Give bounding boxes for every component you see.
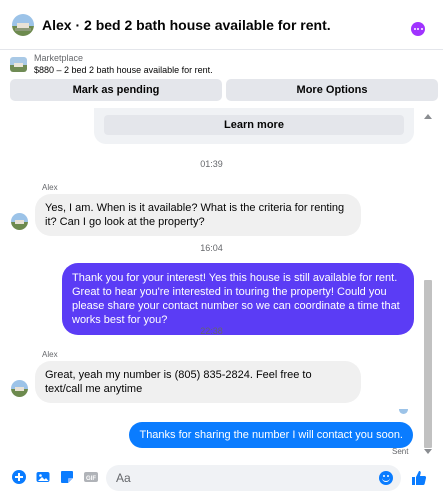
message-bubble-outgoing[interactable]: Thank you for your interest! Yes this ho… [62, 263, 414, 335]
message-input-container [106, 465, 401, 491]
photo-icon[interactable] [36, 470, 50, 484]
seen-indicator-avatar [399, 405, 408, 414]
thumbs-up-icon[interactable] [410, 469, 428, 487]
listing-thumbnail[interactable] [10, 57, 27, 72]
sender-name: Alex [42, 350, 58, 359]
marketplace-listing-panel: Marketplace $880 – 2 bed 2 bath house av… [0, 50, 443, 108]
sender-avatar[interactable] [11, 380, 28, 397]
message-composer: GIF [0, 460, 443, 500]
conversation-title: Alex · 2 bed 2 bath house available for … [42, 16, 331, 33]
scroll-up-arrow-icon[interactable] [424, 114, 432, 119]
more-options-icon[interactable] [411, 22, 425, 36]
plus-circle-icon[interactable] [12, 470, 26, 484]
sent-status: Sent [392, 447, 409, 456]
gif-icon[interactable]: GIF [84, 470, 98, 484]
svg-text:GIF: GIF [86, 476, 96, 482]
message-thread[interactable]: Learn more 01:39 Alex Yes, I am. When is… [0, 108, 443, 460]
learn-more-button[interactable]: Learn more [104, 115, 404, 135]
message-bubble-incoming[interactable]: Yes, I am. When is it available? What is… [35, 194, 361, 236]
sender-name: Alex [42, 183, 58, 192]
listing-avatar[interactable] [12, 13, 34, 36]
scrollbar-thumb[interactable] [424, 280, 432, 448]
timestamp: 22:38 [200, 326, 223, 336]
marketplace-label: Marketplace [34, 53, 84, 63]
chat-scrollbar[interactable] [423, 108, 434, 460]
emoji-icon[interactable] [379, 471, 393, 485]
more-options-button[interactable]: More Options [226, 79, 438, 101]
conversation-header: Alex · 2 bed 2 bath house available for … [0, 0, 443, 50]
timestamp: 01:39 [200, 159, 223, 169]
message-bubble-outgoing[interactable]: Thanks for sharing the number I will con… [129, 422, 413, 448]
message-bubble-incoming[interactable]: Great, yeah my number is (805) 835-2824.… [35, 361, 361, 403]
listing-price-title[interactable]: $880 – 2 bed 2 bath house available for … [34, 65, 213, 75]
scroll-down-arrow-icon[interactable] [424, 449, 432, 454]
sticker-icon[interactable] [60, 470, 74, 484]
timestamp: 16:04 [200, 243, 223, 253]
message-input[interactable] [116, 465, 366, 491]
mark-as-pending-button[interactable]: Mark as pending [10, 79, 222, 101]
sender-avatar[interactable] [11, 213, 28, 230]
